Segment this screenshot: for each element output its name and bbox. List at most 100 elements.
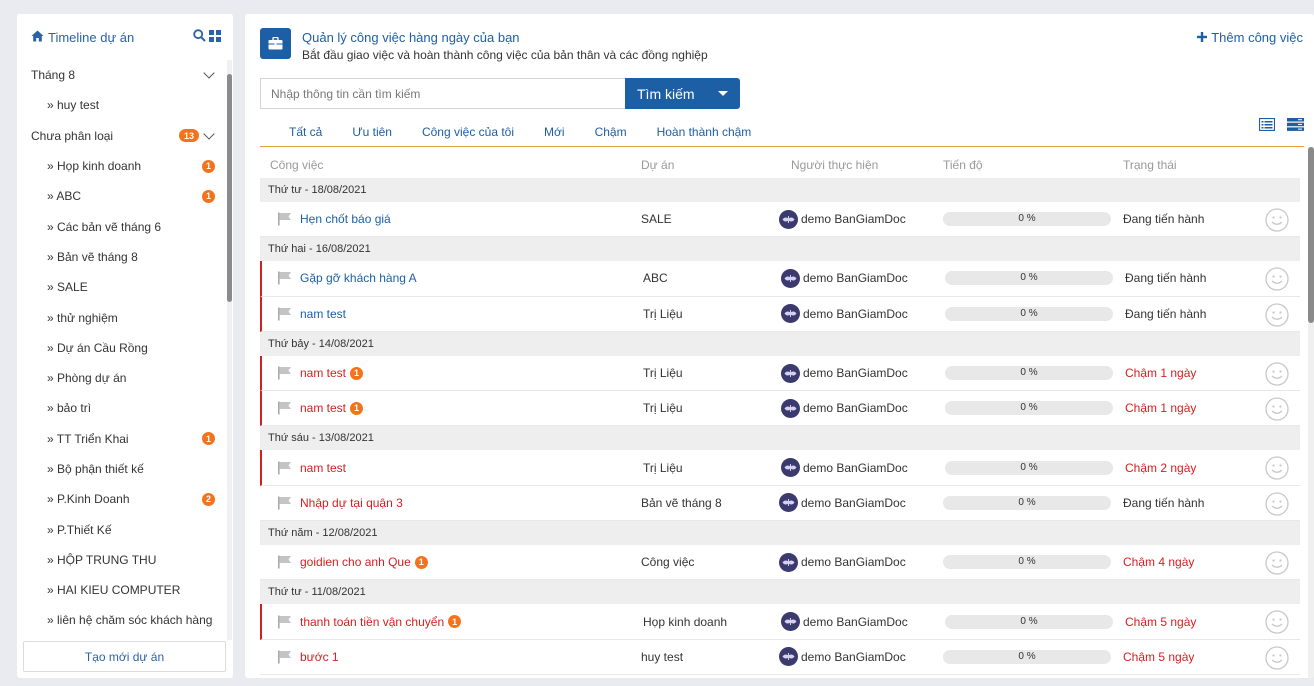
smiley-icon[interactable] — [1265, 456, 1289, 481]
sidebar-item[interactable]: » HỘP TRUNG THU — [17, 545, 225, 575]
sidebar-scrollbar-thumb[interactable] — [227, 74, 232, 302]
search-button-label: Tìm kiếm — [637, 85, 695, 102]
smiley-icon[interactable] — [1265, 610, 1289, 635]
sidebar-title-link[interactable]: Timeline dự án — [31, 30, 193, 45]
smiley-icon[interactable] — [1265, 551, 1289, 575]
task-name-link[interactable]: Gặp gỡ khách hàng A — [300, 271, 417, 285]
search-button[interactable]: Tìm kiếm — [625, 78, 740, 109]
sidebar-item[interactable]: » huy test — [17, 90, 225, 120]
column-assignee[interactable]: Người thực hiện — [791, 158, 943, 172]
chevron-down-icon[interactable] — [203, 128, 215, 140]
main-scrollbar[interactable] — [1308, 147, 1314, 678]
table-row[interactable]: nam test Trị Liệu demo BanGiamDoc 0 % Chậm 2… — [260, 450, 1300, 486]
sidebar-item-label: Tháng 8 — [31, 68, 76, 83]
task-cell: Nhập dự tại quận 3 — [260, 496, 641, 510]
sidebar-item[interactable]: » thử nghiệm — [17, 302, 225, 332]
add-task-button[interactable]: Thêm công việc — [1197, 30, 1303, 45]
smiley-icon[interactable] — [1265, 492, 1289, 516]
caret-down-icon[interactable] — [718, 91, 728, 96]
column-progress[interactable]: Tiến độ — [943, 158, 1123, 172]
table-row[interactable]: thanh toán tiền vận chuyển 1 Họp kinh doan… — [260, 604, 1300, 640]
sidebar-item[interactable]: » Các bản vẽ tháng 6 — [17, 211, 225, 241]
avatar — [781, 363, 800, 383]
flag-icon[interactable] — [277, 212, 293, 226]
flag-icon[interactable] — [277, 615, 293, 629]
table-row[interactable]: Nhập dự tại quận 3 Bản vẽ tháng 8 demo Ban… — [260, 486, 1300, 522]
sidebar-group[interactable]: Chưa phân loại 13 — [17, 121, 225, 151]
task-name-link[interactable]: goidien cho anh Que — [300, 555, 411, 569]
flag-icon[interactable] — [277, 496, 293, 510]
flag-icon[interactable] — [277, 307, 293, 321]
smiley-icon[interactable] — [1265, 362, 1289, 386]
sidebar-item[interactable]: » Bộ phận thiết kế — [17, 454, 225, 484]
task-name-link[interactable]: Hẹn chốt báo giá — [300, 212, 391, 226]
column-task[interactable]: Công việc — [260, 158, 641, 172]
detail-view-icon[interactable] — [1287, 118, 1304, 134]
sidebar-item-label: » huy test — [47, 98, 100, 113]
flag-icon[interactable] — [277, 366, 293, 380]
sidebar-item[interactable]: » Bản vẽ tháng 8 — [17, 242, 225, 272]
flag-icon[interactable] — [277, 271, 293, 285]
task-cell: bước 1 — [260, 650, 641, 664]
sidebar-item[interactable]: » Dự án Cầu Rồng — [17, 333, 225, 363]
tab-filter[interactable]: Công việc của tôi — [407, 125, 529, 139]
sidebar-item[interactable]: » ABC 1 — [17, 181, 225, 211]
column-project[interactable]: Dự án — [641, 158, 791, 172]
sidebar-item[interactable]: » liên hệ chăm sóc khách hàng — [17, 605, 225, 635]
task-name-link[interactable]: nam test — [300, 401, 346, 415]
sidebar-item[interactable]: » Phòng dự án — [17, 363, 225, 393]
task-cell: Hẹn chốt báo giá — [260, 212, 641, 226]
table-row[interactable]: nam test 1 Trị Liệu demo BanGiamDoc 0 % Chậm … — [260, 391, 1300, 427]
search-icon[interactable] — [193, 29, 206, 45]
table-row[interactable]: Gặp gỡ khách hàng A ABC demo BanGiamDoc 0 %… — [260, 261, 1300, 297]
table-row[interactable]: nam test 1 Trị Liệu demo BanGiamDoc 0 % Chậm … — [260, 355, 1300, 392]
smiley-icon[interactable] — [1265, 397, 1289, 421]
main-scrollbar-thumb[interactable] — [1308, 147, 1314, 323]
avatar — [781, 612, 800, 632]
search-input[interactable] — [260, 78, 625, 109]
table-row[interactable]: Hẹn chốt báo giá SALE demo BanGiamDoc 0 % Đa… — [260, 202, 1300, 238]
tab-filter[interactable]: Ưu tiên — [337, 125, 407, 139]
task-name-link[interactable]: nam test — [300, 307, 346, 321]
smiley-icon[interactable] — [1265, 646, 1289, 670]
task-name-link[interactable]: nam test — [300, 366, 346, 380]
smiley-icon[interactable] — [1265, 208, 1289, 232]
flag-icon[interactable] — [277, 461, 293, 475]
project-cell: Bản vẽ tháng 8 — [641, 495, 722, 510]
status-cell: Chậm 4 ngày — [1123, 555, 1195, 570]
tab-filter[interactable]: Mới — [529, 125, 580, 139]
sidebar-item[interactable]: » HAI KIEU COMPUTER — [17, 575, 225, 605]
sidebar-item[interactable]: » TT Triển Khai 1 — [17, 424, 225, 454]
table-row[interactable]: nam test Trị Liệu demo BanGiamDoc 0 % Đang t… — [260, 296, 1300, 332]
assignee-cell: demo BanGiamDoc — [781, 268, 933, 288]
smiley-icon[interactable] — [1265, 302, 1289, 327]
progress-bar: 0 % — [943, 555, 1111, 570]
column-status[interactable]: Trạng thái — [1123, 158, 1253, 172]
task-name-link[interactable]: nam test — [300, 461, 346, 475]
flag-icon[interactable] — [277, 401, 293, 415]
sidebar-scrollbar[interactable] — [227, 60, 232, 640]
tab-filter[interactable]: Hoàn thành chậm — [642, 125, 767, 139]
project-cell: SALE — [641, 212, 672, 227]
sidebar-item[interactable]: » P.Thiết Kế — [17, 514, 225, 544]
progress-cell: 0 % — [945, 460, 1125, 475]
create-project-button[interactable]: Tạo mới dự án — [23, 641, 226, 672]
table-row[interactable]: goidien cho anh Que 1 Công việc demo BanGia… — [260, 545, 1300, 581]
table-row[interactable]: bước 1 huy test demo BanGiamDoc 0 % Chậm 5 n… — [260, 640, 1300, 675]
sidebar-item[interactable]: » P.Kinh Doanh 2 — [17, 484, 225, 514]
sidebar-item[interactable]: » Họp kinh doanh 1 — [17, 151, 225, 181]
task-name-link[interactable]: thanh toán tiền vận chuyển — [300, 615, 444, 629]
flag-icon[interactable] — [277, 650, 293, 664]
chevron-down-icon[interactable] — [203, 67, 215, 79]
sidebar-group[interactable]: Tháng 8 — [17, 60, 225, 90]
task-name-link[interactable]: bước 1 — [300, 650, 339, 664]
flag-icon[interactable] — [277, 555, 293, 569]
sidebar-item[interactable]: » SALE — [17, 272, 225, 302]
tab-filter[interactable]: Chậm — [580, 125, 642, 139]
list-view-icon[interactable] — [1258, 117, 1276, 134]
smiley-icon[interactable] — [1265, 267, 1289, 291]
tab-filter[interactable]: Tất cả — [260, 125, 337, 139]
sidebar-item[interactable]: » bảo trì — [17, 393, 225, 423]
task-name-link[interactable]: Nhập dự tại quận 3 — [300, 496, 403, 510]
grid-view-icon[interactable] — [209, 29, 221, 45]
